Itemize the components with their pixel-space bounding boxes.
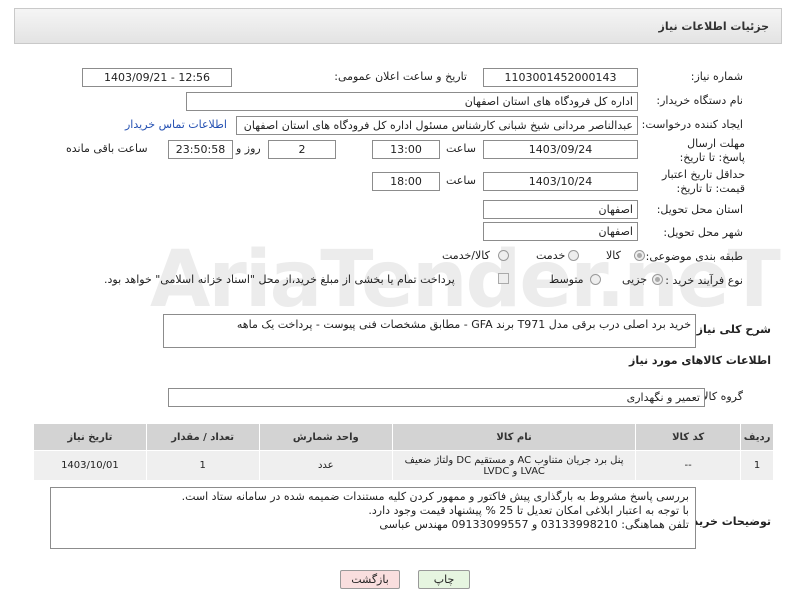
category-goods-label: کالا	[606, 249, 621, 262]
cell-row: 1	[740, 450, 774, 481]
back-button[interactable]: بازگشت	[340, 570, 400, 589]
details-panel-header: جزئیات اطلاعات نیاز	[14, 8, 782, 44]
need-description-field[interactable]: خرید برد اصلی درب برقی مدل T971 برند GFA…	[163, 314, 696, 348]
col-qty: تعداد / مقدار	[145, 423, 260, 451]
purchase-minor-radio[interactable]	[652, 274, 663, 285]
cell-name: پنل برد جریان متناوب AC و مستقیم DC ولتا…	[392, 450, 637, 481]
province-label: استان محل تحویل:	[656, 203, 743, 216]
category-both-label: کالا/خدمت	[442, 249, 490, 262]
city-label: شهر محل تحویل:	[663, 226, 743, 239]
city-field[interactable]: اصفهان	[483, 222, 638, 241]
print-button[interactable]: چاپ	[418, 570, 470, 589]
deadline-label: مهلت ارسال پاسخ: تا تاریخ:	[679, 137, 745, 164]
purchase-medium-label: متوسط	[549, 273, 584, 286]
col-date: تاریخ نیاز	[33, 423, 147, 451]
buyer-org-field[interactable]: اداره کل فرودگاه های استان اصفهان	[186, 92, 638, 111]
cell-date: 1403/10/01	[33, 450, 147, 481]
cell-qty: 1	[145, 450, 260, 481]
time-remaining-field[interactable]: 23:50:58	[168, 140, 233, 159]
treasury-payment-checkbox[interactable]	[498, 273, 509, 284]
table-row[interactable]: 1 -- پنل برد جریان متناوب AC و مستقیم DC…	[33, 450, 774, 481]
cell-unit: عدد	[258, 450, 394, 481]
deadline-date-field[interactable]: 1403/09/24	[483, 140, 638, 159]
buyer-contact-link[interactable]: اطلاعات تماس خریدار	[125, 118, 227, 131]
purchase-type-label: نوع فرآیند خرید :	[665, 274, 743, 287]
panel-title: جزئیات اطلاعات نیاز	[658, 20, 770, 33]
col-unit: واحد شمارش	[258, 423, 394, 451]
treasury-payment-note: پرداخت تمام یا بخشی از مبلغ خرید،از محل …	[104, 273, 455, 286]
goods-section-title: اطلاعات کالاهای مورد نیاز	[629, 354, 771, 367]
purchase-minor-label: جزیی	[622, 273, 648, 286]
price-validity-time-field[interactable]: 18:00	[372, 172, 440, 191]
creator-label: ایجاد کننده درخواست:	[641, 118, 743, 131]
announce-datetime-label: تاریخ و ساعت اعلان عمومی:	[334, 70, 467, 83]
need-description-text: خرید برد اصلی درب برقی مدل T971 برند GFA…	[236, 318, 691, 331]
price-validity-time-label: ساعت	[446, 174, 476, 187]
deadline-time-field[interactable]: 13:00	[372, 140, 440, 159]
col-row: ردیف	[740, 423, 774, 451]
buyer-notes-line-3: تلفن هماهنگی: 03133998210 و 09133099557 …	[379, 518, 689, 531]
purchase-medium-radio[interactable]	[590, 274, 601, 285]
goods-table: ردیف کد کالا نام کالا واحد شمارش تعداد /…	[33, 423, 774, 481]
creator-field[interactable]: عبدالناصر مردانی شیخ شبانی کارشناس مسئول…	[236, 116, 638, 135]
category-service-radio[interactable]	[568, 250, 579, 261]
category-label: طبقه بندی موضوعی:	[645, 250, 743, 263]
deadline-time-label: ساعت	[446, 142, 476, 155]
province-field[interactable]: اصفهان	[483, 200, 638, 219]
price-validity-date-field[interactable]: 1403/10/24	[483, 172, 638, 191]
buyer-org-label: نام دستگاه خریدار:	[656, 94, 743, 107]
goods-table-header: ردیف کد کالا نام کالا واحد شمارش تعداد /…	[33, 423, 774, 451]
category-both-radio[interactable]	[498, 250, 509, 261]
need-description-label: شرح کلی نیاز:	[692, 323, 771, 336]
goods-group-label: گروه کالا:	[698, 390, 743, 403]
need-number-label: شماره نیاز:	[690, 70, 743, 83]
col-code: کد کالا	[635, 423, 742, 451]
category-goods-radio[interactable]	[634, 250, 645, 261]
days-label: روز و	[236, 142, 261, 155]
goods-group-field[interactable]: تعمیر و نگهداری	[168, 388, 705, 407]
category-service-label: خدمت	[536, 249, 566, 262]
need-number-field[interactable]: 1103001452000143	[483, 68, 638, 87]
buyer-notes-field[interactable]: بررسی پاسخ مشروط به بارگذاری پیش فاکتور …	[50, 487, 696, 549]
time-remaining-label: ساعت باقی مانده	[66, 142, 148, 155]
buyer-notes-line-1: بررسی پاسخ مشروط به بارگذاری پیش فاکتور …	[181, 490, 689, 503]
announce-datetime-field[interactable]: 1403/09/21 - 12:56	[82, 68, 232, 87]
days-remaining-field[interactable]: 2	[268, 140, 336, 159]
col-name: نام کالا	[392, 423, 637, 451]
price-validity-label: حداقل تاریخ اعتبار قیمت: تا تاریخ:	[661, 168, 745, 195]
cell-code: --	[635, 450, 742, 481]
buyer-notes-line-2: با توجه به اعتبار ابلاغی امکان تعدیل تا …	[368, 504, 689, 517]
